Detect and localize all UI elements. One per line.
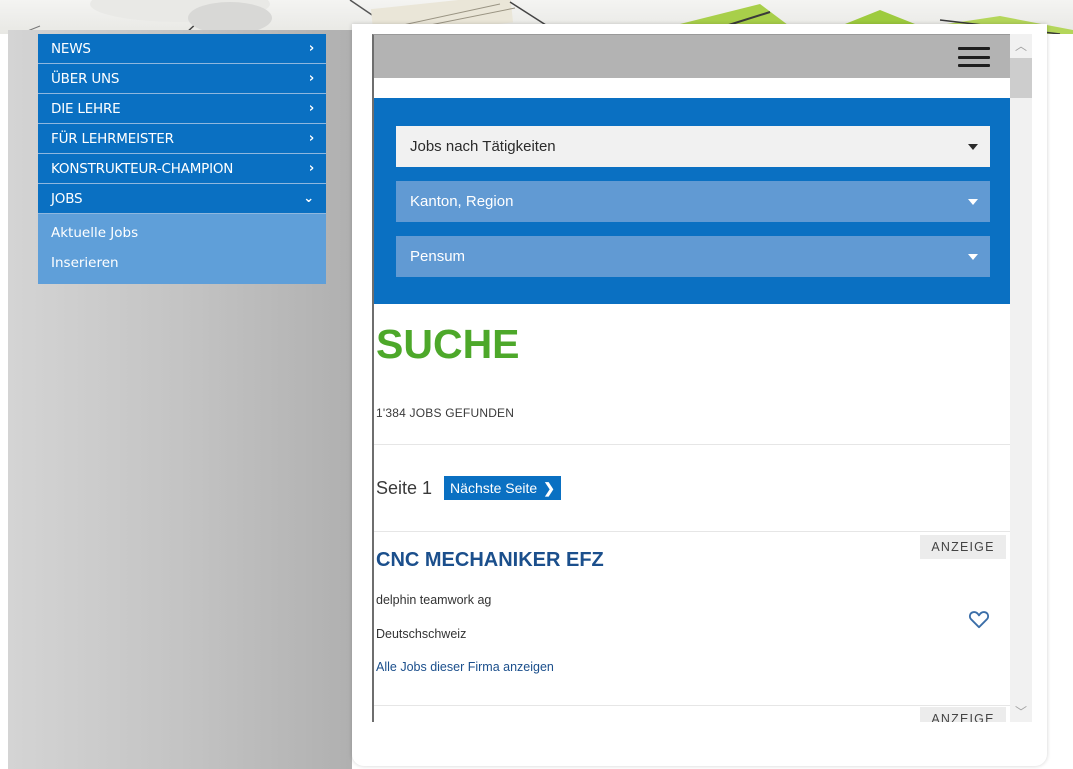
company-jobs-link[interactable]: Alle Jobs dieser Firma anzeigen (376, 660, 554, 674)
region-select-value: Kanton, Region (410, 193, 514, 210)
sidebar-item-label: NEWS (51, 40, 91, 57)
divider (374, 531, 1010, 532)
pensum-select[interactable]: Pensum (396, 236, 990, 277)
frame-scrollbar[interactable]: ︿ ﹀ (1010, 34, 1032, 722)
chevron-right-icon: ❯ (543, 479, 555, 496)
caret-down-icon (968, 144, 978, 150)
sidebar-item-label: FÜR LEHRMEISTER (51, 130, 174, 147)
ad-badge: ANZEIGE (920, 535, 1006, 559)
sidebar-item-die-lehre[interactable]: DIE LEHRE › (38, 94, 326, 124)
pagination: Seite 1 Nächste Seite ❯ (376, 475, 561, 501)
sidebar-item-jobs[interactable]: JOBS ⌄ (38, 184, 326, 214)
caret-down-icon (968, 199, 978, 205)
sidebar-item-label: ÜBER UNS (51, 70, 120, 87)
result-count: 1'384 JOBS GEFUNDEN (376, 406, 515, 420)
chevron-right-icon: › (308, 71, 314, 86)
chevron-right-icon: › (308, 131, 314, 146)
sidebar-subitem-inserieren[interactable]: Inserieren (38, 248, 326, 278)
chevron-down-icon: ⌄ (303, 191, 314, 206)
next-page-label: Nächste Seite (450, 480, 538, 496)
divider (374, 705, 1010, 706)
sidebar-item-label: KONSTRUKTEUR-CHAMPION (51, 160, 234, 177)
job-company: delphin teamwork ag (376, 593, 492, 607)
filter-area: Jobs nach Tätigkeiten Kanton, Region Pen… (374, 98, 1010, 304)
job-title-link[interactable]: CNC MECHANIKER EFZ (376, 549, 604, 572)
activity-select[interactable]: Jobs nach Tätigkeiten (396, 126, 990, 167)
sidebar-item-label: JOBS (51, 190, 83, 207)
activity-select-value: Jobs nach Tätigkeiten (410, 138, 556, 155)
chevron-right-icon: › (308, 161, 314, 176)
sidebar-item-konstrukteur-champion[interactable]: KONSTRUKTEUR-CHAMPION › (38, 154, 326, 184)
current-page-label: Seite 1 (376, 477, 433, 498)
chevron-right-icon: › (308, 101, 314, 116)
job-search-frame: Jobs nach Tätigkeiten Kanton, Region Pen… (372, 34, 1010, 722)
job-location: Deutschschweiz (376, 627, 467, 641)
divider (374, 444, 1010, 445)
scroll-down-arrow-icon[interactable]: ﹀ (1010, 700, 1032, 722)
sidebar-navigation: NEWS › ÜBER UNS › DIE LEHRE › FÜR LEHRME… (38, 34, 326, 284)
sidebar-item-ueber-uns[interactable]: ÜBER UNS › (38, 64, 326, 94)
sidebar-item-news[interactable]: NEWS › (38, 34, 326, 64)
heart-icon[interactable] (968, 609, 990, 629)
scrollbar-thumb[interactable] (1010, 58, 1032, 98)
jobs-submenu: Aktuelle Jobs Inserieren (38, 214, 326, 284)
ad-badge: ANZEIGE (920, 707, 1006, 722)
sidebar-subitem-aktuelle-jobs[interactable]: Aktuelle Jobs (38, 218, 326, 248)
scroll-up-arrow-icon[interactable]: ︿ (1010, 34, 1032, 56)
hamburger-menu-icon[interactable] (958, 47, 990, 67)
pensum-select-value: Pensum (410, 248, 466, 265)
region-select[interactable]: Kanton, Region (396, 181, 990, 222)
next-page-button[interactable]: Nächste Seite ❯ (444, 476, 561, 500)
chevron-right-icon: › (308, 41, 314, 56)
sidebar-item-label: DIE LEHRE (51, 100, 121, 117)
page-title: SUCHE (376, 321, 520, 367)
sidebar-item-fuer-lehrmeister[interactable]: FÜR LEHRMEISTER › (38, 124, 326, 154)
frame-toolbar (374, 35, 1010, 78)
caret-down-icon (968, 254, 978, 260)
